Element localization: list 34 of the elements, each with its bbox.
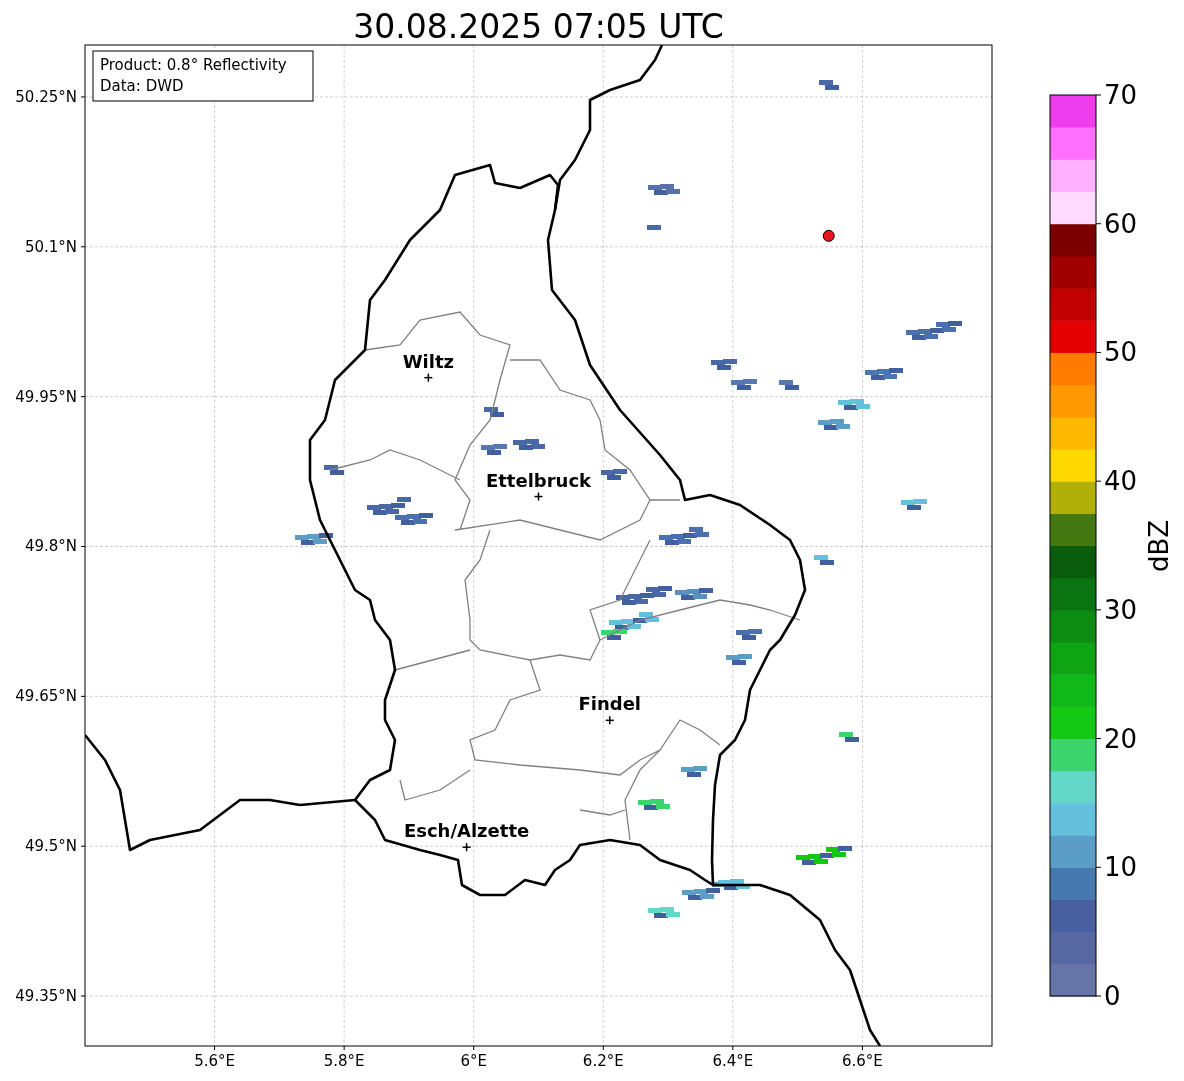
axis-tick-label: 49.35°N	[15, 987, 77, 1006]
axis-tick-label: 49.5°N	[24, 837, 77, 856]
axis-tick-label: 50.25°N	[15, 87, 77, 106]
city-label: Ettelbruck	[485, 469, 592, 491]
axis-tick-label: 6.4°E	[712, 1052, 754, 1070]
axis-tick-label: 49.95°N	[15, 387, 77, 406]
city-label: Esch/Alzette	[403, 820, 530, 842]
map-title: 30.08.2025 07:05 UTC	[353, 7, 724, 46]
city-label: Wiltz	[402, 350, 454, 372]
city-marker-icon	[533, 491, 544, 502]
colorbar-tick-label: 40	[1104, 466, 1138, 497]
axis-tick-label: 49.8°N	[24, 537, 77, 556]
city-marker-icon	[461, 842, 472, 852]
axis-tick-label: 49.65°N	[15, 687, 77, 706]
city-marker-icon	[605, 715, 615, 726]
axis-tick-label: 50.1°N	[24, 237, 77, 256]
info-text: Product: 0.8° Reflectivity	[100, 56, 287, 74]
colorbar-tick-label: 50	[1104, 337, 1138, 368]
colorbar-label: dBZ	[1144, 519, 1174, 573]
colorbar-tick-label: 30	[1104, 594, 1138, 625]
axis-tick-label: 6.2°E	[582, 1052, 624, 1070]
colorbar-tick-label: 60	[1104, 208, 1138, 239]
colorbar-tick-label: 20	[1104, 723, 1138, 754]
colorbar-tick-label: 70	[1104, 80, 1138, 110]
colorbar-tick-label: 10	[1104, 852, 1138, 883]
axis-tick-label: 6°E	[460, 1052, 487, 1070]
axis-tick-label: 6.6°E	[842, 1052, 883, 1070]
city-marker-icon	[423, 372, 434, 383]
radar-site-marker	[822, 229, 835, 242]
colorbar-tick-label: 0	[1104, 981, 1121, 1011]
city-label: Findel	[578, 693, 642, 715]
axis-tick-label: 5.6°E	[194, 1052, 235, 1070]
axis-tick-label: 5.8°E	[323, 1052, 365, 1070]
info-text: Data: DWD	[100, 77, 184, 95]
